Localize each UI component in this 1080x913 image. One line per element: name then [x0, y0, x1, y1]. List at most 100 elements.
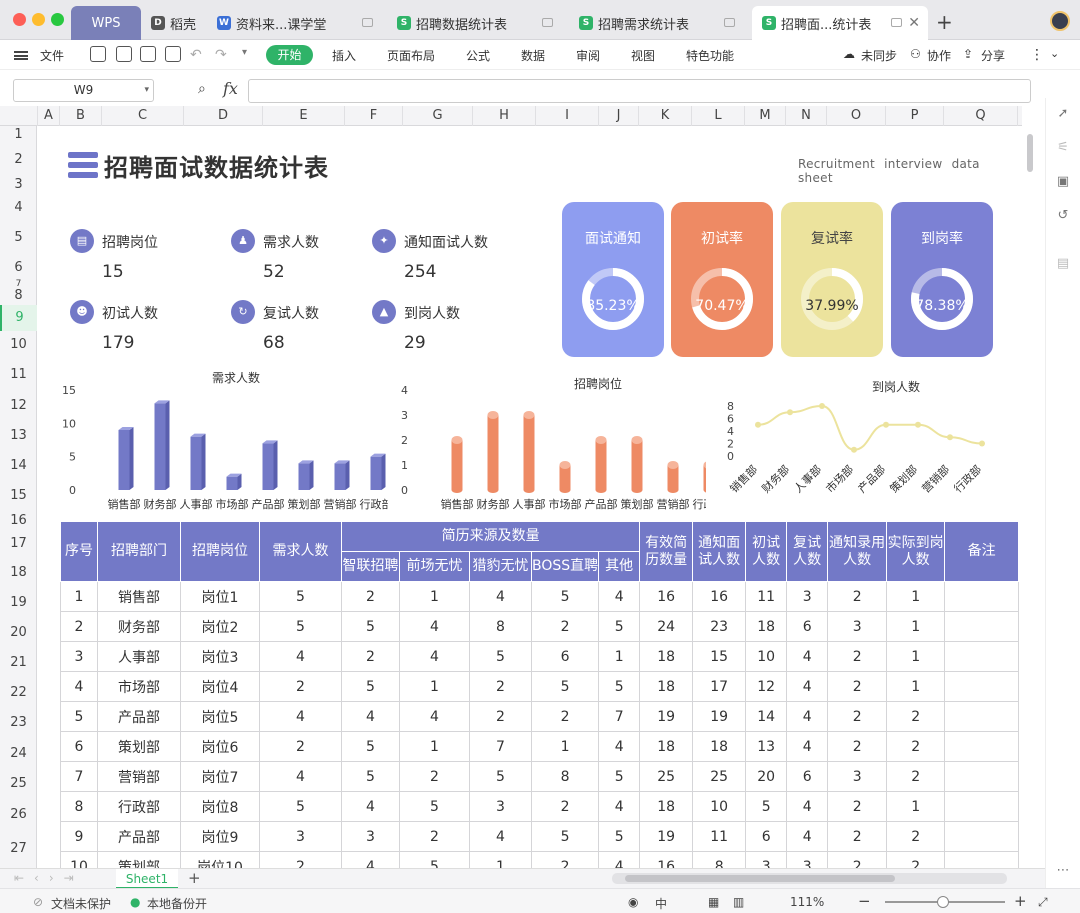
column-header-o[interactable]: O — [827, 106, 886, 126]
table-cell[interactable]: 19 — [639, 701, 694, 732]
user-avatar[interactable] — [1050, 11, 1070, 31]
collapse-ribbon-icon[interactable]: ⌄ — [1050, 47, 1059, 60]
table-cell[interactable]: 岗位1 — [180, 581, 260, 612]
column-header-c[interactable]: C — [102, 106, 184, 126]
column-header-a[interactable]: A — [38, 106, 60, 126]
table-cell[interactable]: 2 — [530, 791, 600, 822]
column-header-e[interactable]: E — [263, 106, 345, 126]
table-cell[interactable]: 3 — [786, 851, 829, 868]
table-cell[interactable] — [944, 761, 1020, 792]
zoom-in-icon[interactable]: + — [1014, 892, 1027, 910]
collab-button[interactable]: 协作 — [927, 47, 951, 64]
table-cell[interactable]: 5 — [399, 851, 470, 868]
table-cell[interactable]: 2 — [886, 851, 946, 868]
input-lang[interactable]: 中 — [655, 895, 667, 912]
table-cell[interactable]: 2 — [399, 761, 470, 792]
table-cell[interactable]: 岗位8 — [180, 791, 260, 822]
table-cell[interactable]: 11 — [745, 581, 788, 612]
row-header-8[interactable]: 8 — [0, 286, 37, 305]
table-cell[interactable]: 16 — [639, 581, 694, 612]
table-cell[interactable] — [944, 791, 1020, 822]
table-cell[interactable]: 2 — [399, 821, 470, 852]
table-cell[interactable]: 岗位7 — [180, 761, 260, 792]
horizontal-scroll-thumb[interactable] — [625, 875, 895, 882]
table-cell[interactable]: 2 — [886, 731, 946, 762]
table-cell[interactable]: 15 — [692, 641, 747, 672]
table-cell[interactable]: 销售部 — [97, 581, 181, 612]
row-header-3[interactable]: 3 — [0, 176, 37, 193]
vertical-scrollbar[interactable] — [1024, 126, 1036, 868]
new-tab-button[interactable]: + — [936, 10, 953, 34]
table-cell[interactable]: 18 — [692, 731, 747, 762]
redo-icon[interactable]: ↷ — [215, 47, 227, 63]
table-cell[interactable]: 2 — [530, 611, 600, 642]
row-header-23[interactable]: 23 — [0, 708, 37, 738]
table-cell[interactable]: 16 — [692, 581, 747, 612]
table-cell[interactable]: 12 — [745, 671, 788, 702]
menu-page-layout[interactable]: 页面布局 — [387, 47, 435, 64]
table-cell[interactable]: 18 — [639, 641, 694, 672]
table-cell[interactable] — [944, 821, 1020, 852]
table-cell[interactable]: 17 — [692, 671, 747, 702]
table-cell[interactable]: 24 — [639, 611, 694, 642]
row-header-24[interactable]: 24 — [0, 738, 37, 769]
table-cell[interactable]: 4 — [598, 581, 641, 612]
table-cell[interactable]: 2 — [827, 821, 888, 852]
table-cell[interactable]: 20 — [745, 761, 788, 792]
table-cell[interactable]: 4 — [469, 821, 532, 852]
table-cell[interactable]: 8 — [530, 761, 600, 792]
menu-home[interactable]: 开始 — [266, 45, 313, 65]
table-cell[interactable]: 2 — [341, 641, 400, 672]
sheet-nav-icons[interactable]: ⇤‹›⇥ — [14, 871, 84, 885]
fx-icon[interactable]: fx — [223, 79, 238, 98]
undo-icon[interactable]: ↶ — [190, 47, 202, 63]
table-cell[interactable]: 5 — [259, 791, 342, 822]
column-header-h[interactable]: H — [473, 106, 536, 126]
table-cell[interactable]: 5 — [598, 761, 641, 792]
tab-recruit-data[interactable]: S 招聘数据统计表 — [387, 6, 567, 40]
table-cell[interactable]: 8 — [692, 851, 747, 868]
menu-features[interactable]: 特色功能 — [686, 47, 734, 64]
table-cell[interactable]: 18 — [639, 731, 694, 762]
table-cell[interactable] — [944, 671, 1020, 702]
menu-view[interactable]: 视图 — [631, 47, 655, 64]
image-icon[interactable]: ▣ — [1055, 174, 1071, 190]
table-cell[interactable]: 1 — [886, 581, 946, 612]
history-icon[interactable]: ↺ — [1055, 208, 1071, 224]
column-header-m[interactable]: M — [745, 106, 786, 126]
more-tools-icon[interactable]: ▾ — [242, 47, 247, 58]
table-cell[interactable]: 2 — [886, 821, 946, 852]
table-cell[interactable]: 5 — [60, 701, 98, 732]
select-all-corner[interactable] — [0, 106, 38, 126]
tab-recruit-demand[interactable]: S 招聘需求统计表 — [569, 6, 749, 40]
table-cell[interactable]: 2 — [827, 641, 888, 672]
table-cell[interactable]: 5 — [341, 671, 400, 702]
table-cell[interactable]: 2 — [469, 671, 532, 702]
table-cell[interactable]: 2 — [530, 701, 600, 732]
zoom-slider[interactable] — [885, 896, 1005, 908]
doc-protect-status[interactable]: 文档未保护 — [51, 895, 111, 912]
table-cell[interactable]: 岗位2 — [180, 611, 260, 642]
row-header-15[interactable]: 15 — [0, 481, 37, 511]
column-header-b[interactable]: B — [60, 106, 102, 126]
table-cell[interactable]: 2 — [827, 581, 888, 612]
table-cell[interactable]: 5 — [341, 761, 400, 792]
table-cell[interactable]: 5 — [341, 611, 400, 642]
table-cell[interactable]: 2 — [827, 791, 888, 822]
table-cell[interactable]: 19 — [692, 701, 747, 732]
table-cell[interactable]: 10 — [692, 791, 747, 822]
table-cell[interactable]: 1 — [886, 671, 946, 702]
table-cell[interactable]: 10 — [60, 851, 98, 868]
table-cell[interactable]: 5 — [598, 821, 641, 852]
eye-icon[interactable]: ◉ — [628, 895, 638, 909]
table-cell[interactable]: 5 — [598, 671, 641, 702]
table-cell[interactable]: 2 — [341, 581, 400, 612]
name-box[interactable]: W9 ▾ — [13, 79, 154, 102]
table-cell[interactable]: 岗位6 — [180, 731, 260, 762]
table-cell[interactable]: 10 — [745, 641, 788, 672]
table-cell[interactable]: 岗位9 — [180, 821, 260, 852]
table-cell[interactable]: 3 — [745, 851, 788, 868]
table-cell[interactable]: 4 — [786, 791, 829, 822]
table-cell[interactable]: 8 — [469, 611, 532, 642]
table-cell[interactable]: 5 — [530, 821, 600, 852]
